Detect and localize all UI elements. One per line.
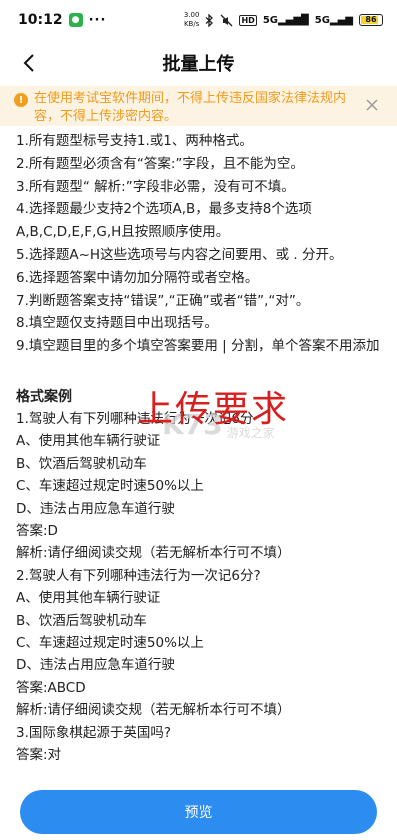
rule-item: 5.选择题A~H这些选项号与内容之间要用、或 . 分开。	[16, 246, 343, 263]
status-right: 3.00 KB/s HD 5G▂▄▆█ 5G▂▄▆ 86	[184, 11, 383, 29]
example-line: C、车速超过规定时速50%以上	[16, 478, 204, 495]
nav-bar: 批量上传	[0, 40, 397, 86]
notice-banner: ! 在使用考试宝软件期间，不得上传违反国家法律法规内容，不得上传涉密内容。	[0, 86, 397, 126]
example-line: D、违法占用应急车道行驶	[16, 500, 175, 517]
signal-5g-2: 5G▂▄▆	[314, 14, 353, 26]
battery-level: 86	[365, 15, 377, 24]
battery-icon: 86	[359, 14, 383, 26]
rule-item: 3.所有题型“ 解析:”字段非必需，没有可不填。	[16, 178, 295, 195]
example-line: D、违法占用应急车道行驶	[16, 657, 175, 674]
example-line: A、使用其他车辆行驶证	[16, 590, 161, 607]
rules-list: 1.所有题型标号支持1.或1、两种格式。 2.所有题型必须含有“答案:”字段，且…	[16, 130, 381, 358]
network-speed-value: 3.00	[183, 11, 200, 19]
rule-item: 2.所有题型必须含有“答案:”字段，且不能为空。	[16, 155, 304, 172]
rules-content: 1.所有题型标号支持1.或1、两种格式。 2.所有题型必须含有“答案:”字段，且…	[0, 130, 397, 770]
network-speed: 3.00 KB/s	[184, 11, 200, 29]
warning-icon: !	[14, 93, 28, 107]
example-line: 3.国际象棋起源于英国吗?	[16, 724, 172, 741]
example-list: 1.驾驶人有下列哪种违法行为一次记6分 A、使用其他车辆行驶证 B、饮酒后驾驶机…	[16, 408, 381, 767]
wechat-icon: ●	[68, 13, 83, 27]
notice-text: 在使用考试宝软件期间，不得上传违反国家法律法规内容，不得上传涉密内容。	[34, 91, 347, 124]
rule-item: 4.选择题最少支持2个选项A,B，最多支持8个选项A,B,C,D,E,F,G,H…	[16, 201, 312, 241]
example-line: 答案:ABCD	[16, 679, 86, 696]
status-left: 10:12 ● ···	[18, 12, 106, 28]
example-line: B、饮酒后驾驶机动车	[16, 455, 147, 472]
upload-requirements-annotation: 上传要求	[137, 389, 290, 430]
example-line: 解析:请仔细阅读交规（若无解析本行可不填）	[16, 545, 291, 562]
status-bar: 10:12 ● ··· 3.00 KB/s HD 5G▂▄▆█ 5G▂▄▆ 86	[0, 0, 397, 40]
rule-item: 6.选择题答案中请勿加分隔符或者空格。	[16, 269, 259, 286]
example-line: 答案:对	[16, 747, 62, 764]
chevron-left-icon[interactable]	[16, 50, 42, 76]
rule-item: 9.填空题目里的多个填空答案要用 | 分割，单个答案不用添加	[16, 338, 380, 355]
page-title: 批量上传	[162, 54, 235, 75]
example-line: C、车速超过规定时速50%以上	[16, 635, 204, 652]
mute-icon	[221, 14, 233, 26]
example-line: B、饮酒后驾驶机动车	[16, 612, 147, 629]
signal-5g-1: 5G▂▄▆█	[262, 14, 309, 26]
hd-badge: HD	[239, 14, 257, 26]
example-line: 答案:D	[16, 523, 58, 539]
footer-bar: 预览	[0, 776, 397, 840]
example-line: 解析:请仔细阅读交规（若无解析本行可不填）	[16, 702, 291, 719]
rule-item: 1.所有题型标号支持1.或1、两种格式。	[16, 133, 253, 149]
more-dots-icon: ···	[88, 12, 107, 28]
rule-item: 7.判断题答案支持“错误”,“正确”或者“错”,“对”。	[16, 292, 310, 309]
bluetooth-icon	[206, 13, 214, 27]
status-time: 10:12	[18, 12, 63, 28]
network-speed-unit: KB/s	[183, 20, 200, 28]
preview-button[interactable]: 预览	[20, 790, 377, 834]
close-icon[interactable]	[365, 98, 379, 112]
example-line: 2.驾驶人有下列哪种违法行为一次记6分?	[16, 567, 261, 584]
rule-item: 8.填空题仅支持题目中出现括号。	[16, 315, 218, 332]
